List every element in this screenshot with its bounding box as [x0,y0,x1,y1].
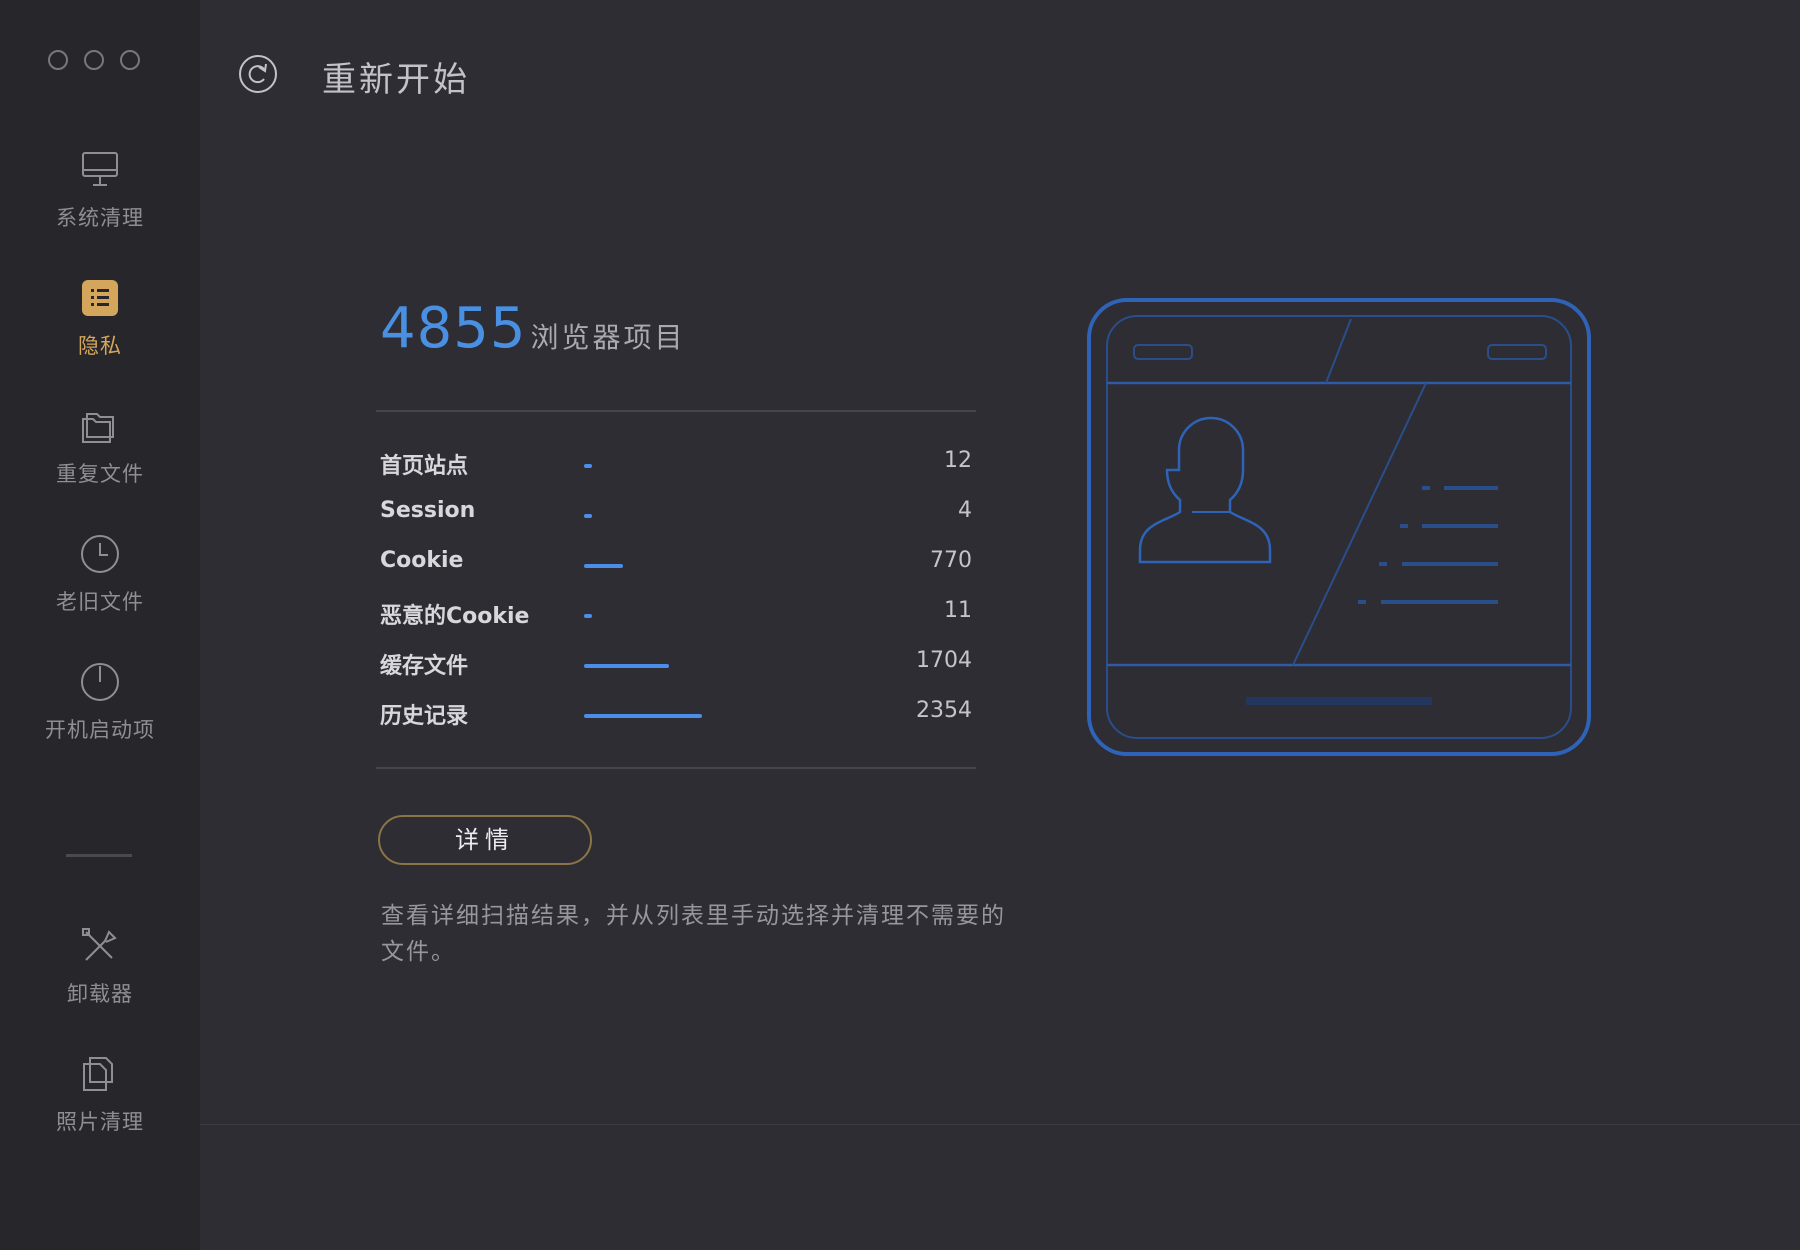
stat-name: Cookie [380,548,464,573]
minimize-window-button[interactable] [84,50,104,70]
sidebar-item-label: 重复文件 [56,462,144,486]
stat-bar [584,714,702,718]
stat-name: 恶意的Cookie [380,604,530,629]
sidebar-item-label: 开机启动项 [45,718,155,742]
sidebar-item-startup-items[interactable]: 开机启动项 [0,660,200,744]
sidebar-divider [66,854,132,857]
stat-value: 11 [944,598,972,623]
divider-top [376,410,976,412]
close-window-button[interactable] [48,50,68,70]
sidebar-item-photo-cleanup[interactable]: 照片清理 [0,1052,200,1136]
sidebar-item-system-cleanup[interactable]: 系统清理 [0,148,200,232]
stat-name: 历史记录 [380,704,469,729]
monitor-icon [82,152,118,186]
stat-bar [584,464,592,468]
power-icon [81,663,119,701]
total-count: 4855 [380,296,527,361]
total-summary: 4855 浏览器项目 [380,296,686,361]
stat-value: 4 [958,498,972,523]
stat-value: 12 [944,448,972,473]
footer-divider [200,1124,1800,1125]
sidebar-item-duplicate-files[interactable]: 重复文件 [0,404,200,488]
total-unit: 浏览器项目 [530,321,686,354]
sidebar-item-uninstaller[interactable]: 卸载器 [0,924,200,1008]
stat-value: 2354 [916,698,972,723]
stat-row: 历史记录 2354 [380,688,972,738]
window-controls [48,50,140,70]
stat-name: 缓存文件 [380,654,469,679]
description-text: 查看详细扫描结果，并从列表里手动选择并清理不需要的文件。 [381,903,1006,965]
stat-row: 缓存文件 1704 [380,638,972,688]
sidebar-item-label: 隐私 [78,334,122,358]
photos-icon [83,1057,113,1091]
stat-row: Session 4 [380,488,972,538]
folder-icon [82,413,114,443]
stat-bar [584,514,592,518]
zoom-window-button[interactable] [120,50,140,70]
stat-value: 770 [930,548,972,573]
restart-button-label[interactable]: 重新开始 [322,52,470,101]
stat-name: Session [380,498,476,523]
sidebar-item-label: 卸载器 [67,982,133,1006]
privacy-list-icon [82,280,118,316]
sidebar-item-label: 老旧文件 [56,590,144,614]
sidebar-item-privacy[interactable]: 隐私 [0,276,200,360]
stats-list: 首页站点 12 Session 4 Cookie 770 恶意的Cookie 1… [380,438,972,738]
stat-bar [584,614,592,618]
main-panel: 重新开始 4855 浏览器项目 首页站点 12 Session 4 Cookie … [200,0,1800,1250]
details-button[interactable]: 详情 [378,815,592,865]
stat-name: 首页站点 [380,454,469,479]
divider-bottom [376,767,976,769]
stat-row: Cookie 770 [380,538,972,588]
stat-value: 1704 [916,648,972,673]
stat-row: 恶意的Cookie 11 [380,588,972,638]
clock-icon [81,535,119,573]
tools-icon [82,928,117,961]
refresh-icon[interactable] [238,54,278,94]
browser-id-card-icon [1087,298,1591,756]
sidebar-item-label: 系统清理 [56,206,144,230]
sidebar: 系统清理 隐私 重复文件 老旧文件 开机启动项 卸载器 照片清理 [0,0,200,1250]
sidebar-item-label: 照片清理 [56,1110,144,1134]
stat-row: 首页站点 12 [380,438,972,488]
sidebar-item-old-files[interactable]: 老旧文件 [0,532,200,616]
stat-bar [584,564,623,568]
stat-bar [584,664,669,668]
